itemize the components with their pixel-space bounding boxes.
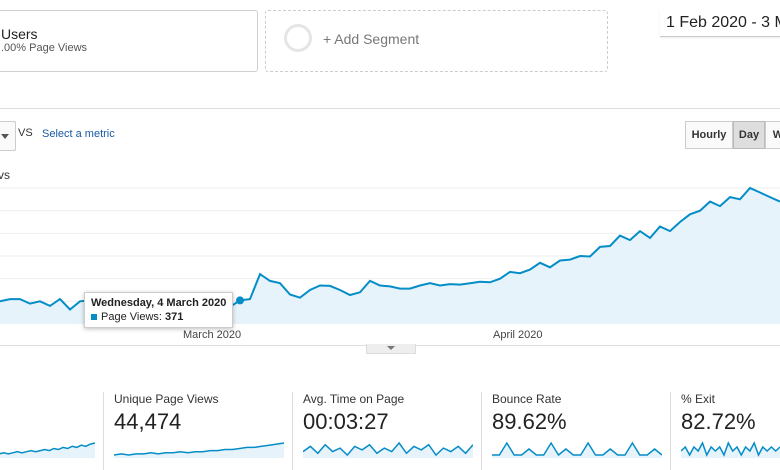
date-range-picker[interactable]: 1 Feb 2020 - 3 M bbox=[660, 10, 780, 37]
segment-subtitle: .00% Page Views bbox=[1, 42, 88, 54]
hourly-button[interactable]: Hourly bbox=[685, 121, 733, 149]
scorecard-divider bbox=[481, 392, 482, 470]
vs-label: VS bbox=[18, 127, 33, 139]
select-metric-link[interactable]: Select a metric bbox=[42, 128, 115, 140]
chevron-down-icon bbox=[1, 134, 9, 139]
add-segment-circle-icon bbox=[284, 24, 312, 52]
sparkline bbox=[492, 441, 662, 458]
chart-tooltip: Wednesday, 4 March 2020 Page Views: 371 bbox=[84, 292, 233, 328]
tooltip-metric-value: 371 bbox=[165, 311, 184, 323]
week-button[interactable]: W bbox=[765, 121, 780, 149]
scorecard-title: Avg. Time on Page bbox=[303, 392, 405, 406]
day-button[interactable]: Day bbox=[733, 121, 765, 149]
scorecard-divider bbox=[103, 392, 104, 470]
sparkline-area bbox=[114, 443, 284, 458]
scorecard-value: 00:03:27 bbox=[303, 409, 389, 434]
scorecard-title: Bounce Rate bbox=[492, 392, 562, 406]
series-swatch-icon bbox=[91, 314, 97, 321]
granularity-toggle: Hourly Day W bbox=[685, 121, 780, 149]
x-axis-label-april: April 2020 bbox=[493, 329, 543, 341]
sparkline bbox=[681, 441, 780, 458]
data-point[interactable] bbox=[236, 296, 244, 305]
tooltip-metric-label: Page Views: bbox=[101, 311, 162, 323]
scorecard-page-views[interactable] bbox=[0, 392, 95, 470]
x-axis-label-march: March 2020 bbox=[183, 329, 242, 341]
segment-card-all-users[interactable]: Users .00% Page Views bbox=[0, 10, 258, 72]
add-segment-button[interactable]: + Add Segment bbox=[265, 10, 608, 72]
scorecard-value: 82.72% bbox=[681, 409, 756, 434]
scorecard-divider bbox=[670, 392, 671, 470]
sparkline bbox=[0, 442, 95, 458]
tooltip-date: Wednesday, 4 March 2020 bbox=[91, 297, 227, 309]
chevron-down-icon bbox=[387, 346, 395, 350]
scorecard-value: 89.62% bbox=[492, 409, 567, 434]
scorecard-avg-time-on-page[interactable]: Avg. Time on Page 00:03:27 bbox=[303, 392, 473, 470]
scorecard-unique-page-views[interactable]: Unique Page Views 44,474 bbox=[114, 392, 284, 470]
scorecard-exit-rate[interactable]: % Exit 82.72% bbox=[681, 392, 780, 470]
scorecard-bounce-rate[interactable]: Bounce Rate 89.62% bbox=[492, 392, 662, 470]
add-segment-label: + Add Segment bbox=[323, 31, 420, 47]
sparkline bbox=[114, 442, 284, 458]
collapse-chart-toggle[interactable] bbox=[366, 344, 416, 354]
segment-title: Users bbox=[1, 26, 38, 42]
metric-dropdown[interactable] bbox=[0, 121, 16, 151]
sparkline bbox=[303, 441, 473, 458]
scorecard-divider bbox=[292, 392, 293, 470]
section-divider bbox=[0, 108, 780, 109]
scorecard-title: % Exit bbox=[681, 392, 716, 406]
scorecard-value: 44,474 bbox=[114, 409, 182, 434]
scorecard-title: Unique Page Views bbox=[114, 392, 219, 406]
sparkline-area bbox=[681, 443, 780, 458]
tooltip-row: Page Views: 371 bbox=[91, 311, 183, 323]
